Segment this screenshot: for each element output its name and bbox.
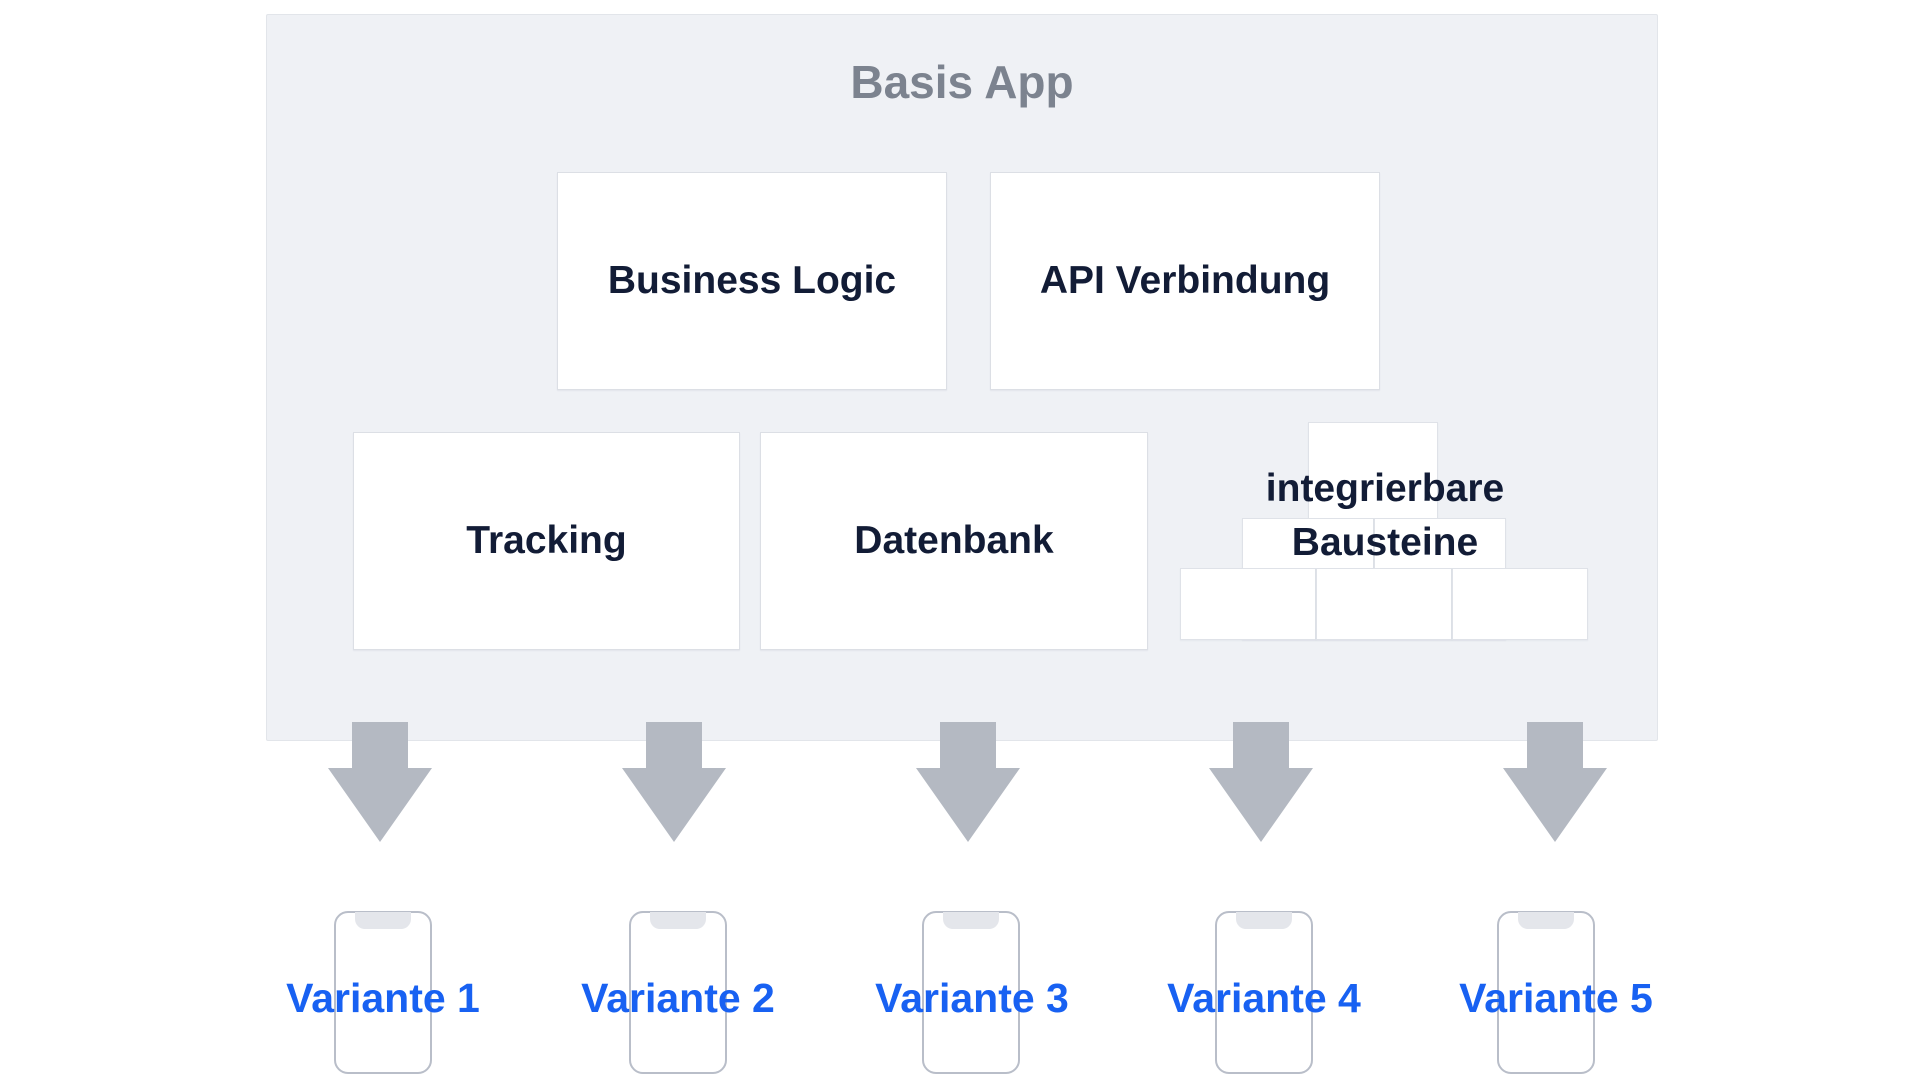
phone-notch-icon-2: [650, 912, 706, 929]
feature-label-api-verbindung: API Verbindung: [1039, 259, 1331, 302]
arrow-down-icon-2: [622, 722, 726, 842]
feature-label-business-logic: Business Logic: [607, 259, 897, 302]
arrow-down-icon-5: [1503, 722, 1607, 842]
arrow-down-icon-3: [916, 722, 1020, 842]
feature-box-business-logic[interactable]: Business Logic: [557, 172, 947, 390]
variant-label-3: Variante 3: [875, 975, 1069, 1021]
phone-notch-icon-5: [1518, 912, 1574, 929]
variant-label-2: Variante 2: [581, 975, 775, 1021]
variant-label-4: Variante 4: [1167, 975, 1361, 1021]
diagram-canvas: Basis App Business Logic API Verbindung …: [0, 0, 1920, 1080]
phone-notch-icon-4: [1236, 912, 1292, 929]
phone-notch-icon-3: [943, 912, 999, 929]
bausteine-block-cluster[interactable]: [1180, 422, 1588, 640]
feature-box-tracking[interactable]: Tracking: [353, 432, 740, 650]
feature-label-datenbank: Datenbank: [854, 519, 1054, 562]
baustein-block-bottom-left: [1180, 568, 1316, 640]
arrow-down-icon-1: [328, 722, 432, 842]
variant-label-5: Variante 5: [1459, 975, 1653, 1021]
baustein-block-bottom-center: [1316, 568, 1452, 640]
baustein-block-bottom-right: [1452, 568, 1588, 640]
phone-notch-icon-1: [355, 912, 411, 929]
feature-label-tracking: Tracking: [466, 519, 627, 562]
variant-label-1: Variante 1: [286, 975, 480, 1021]
arrow-down-icon-4: [1209, 722, 1313, 842]
page-title: Basis App: [850, 56, 1074, 108]
feature-box-api-verbindung[interactable]: API Verbindung: [990, 172, 1380, 390]
feature-box-datenbank[interactable]: Datenbank: [760, 432, 1148, 650]
